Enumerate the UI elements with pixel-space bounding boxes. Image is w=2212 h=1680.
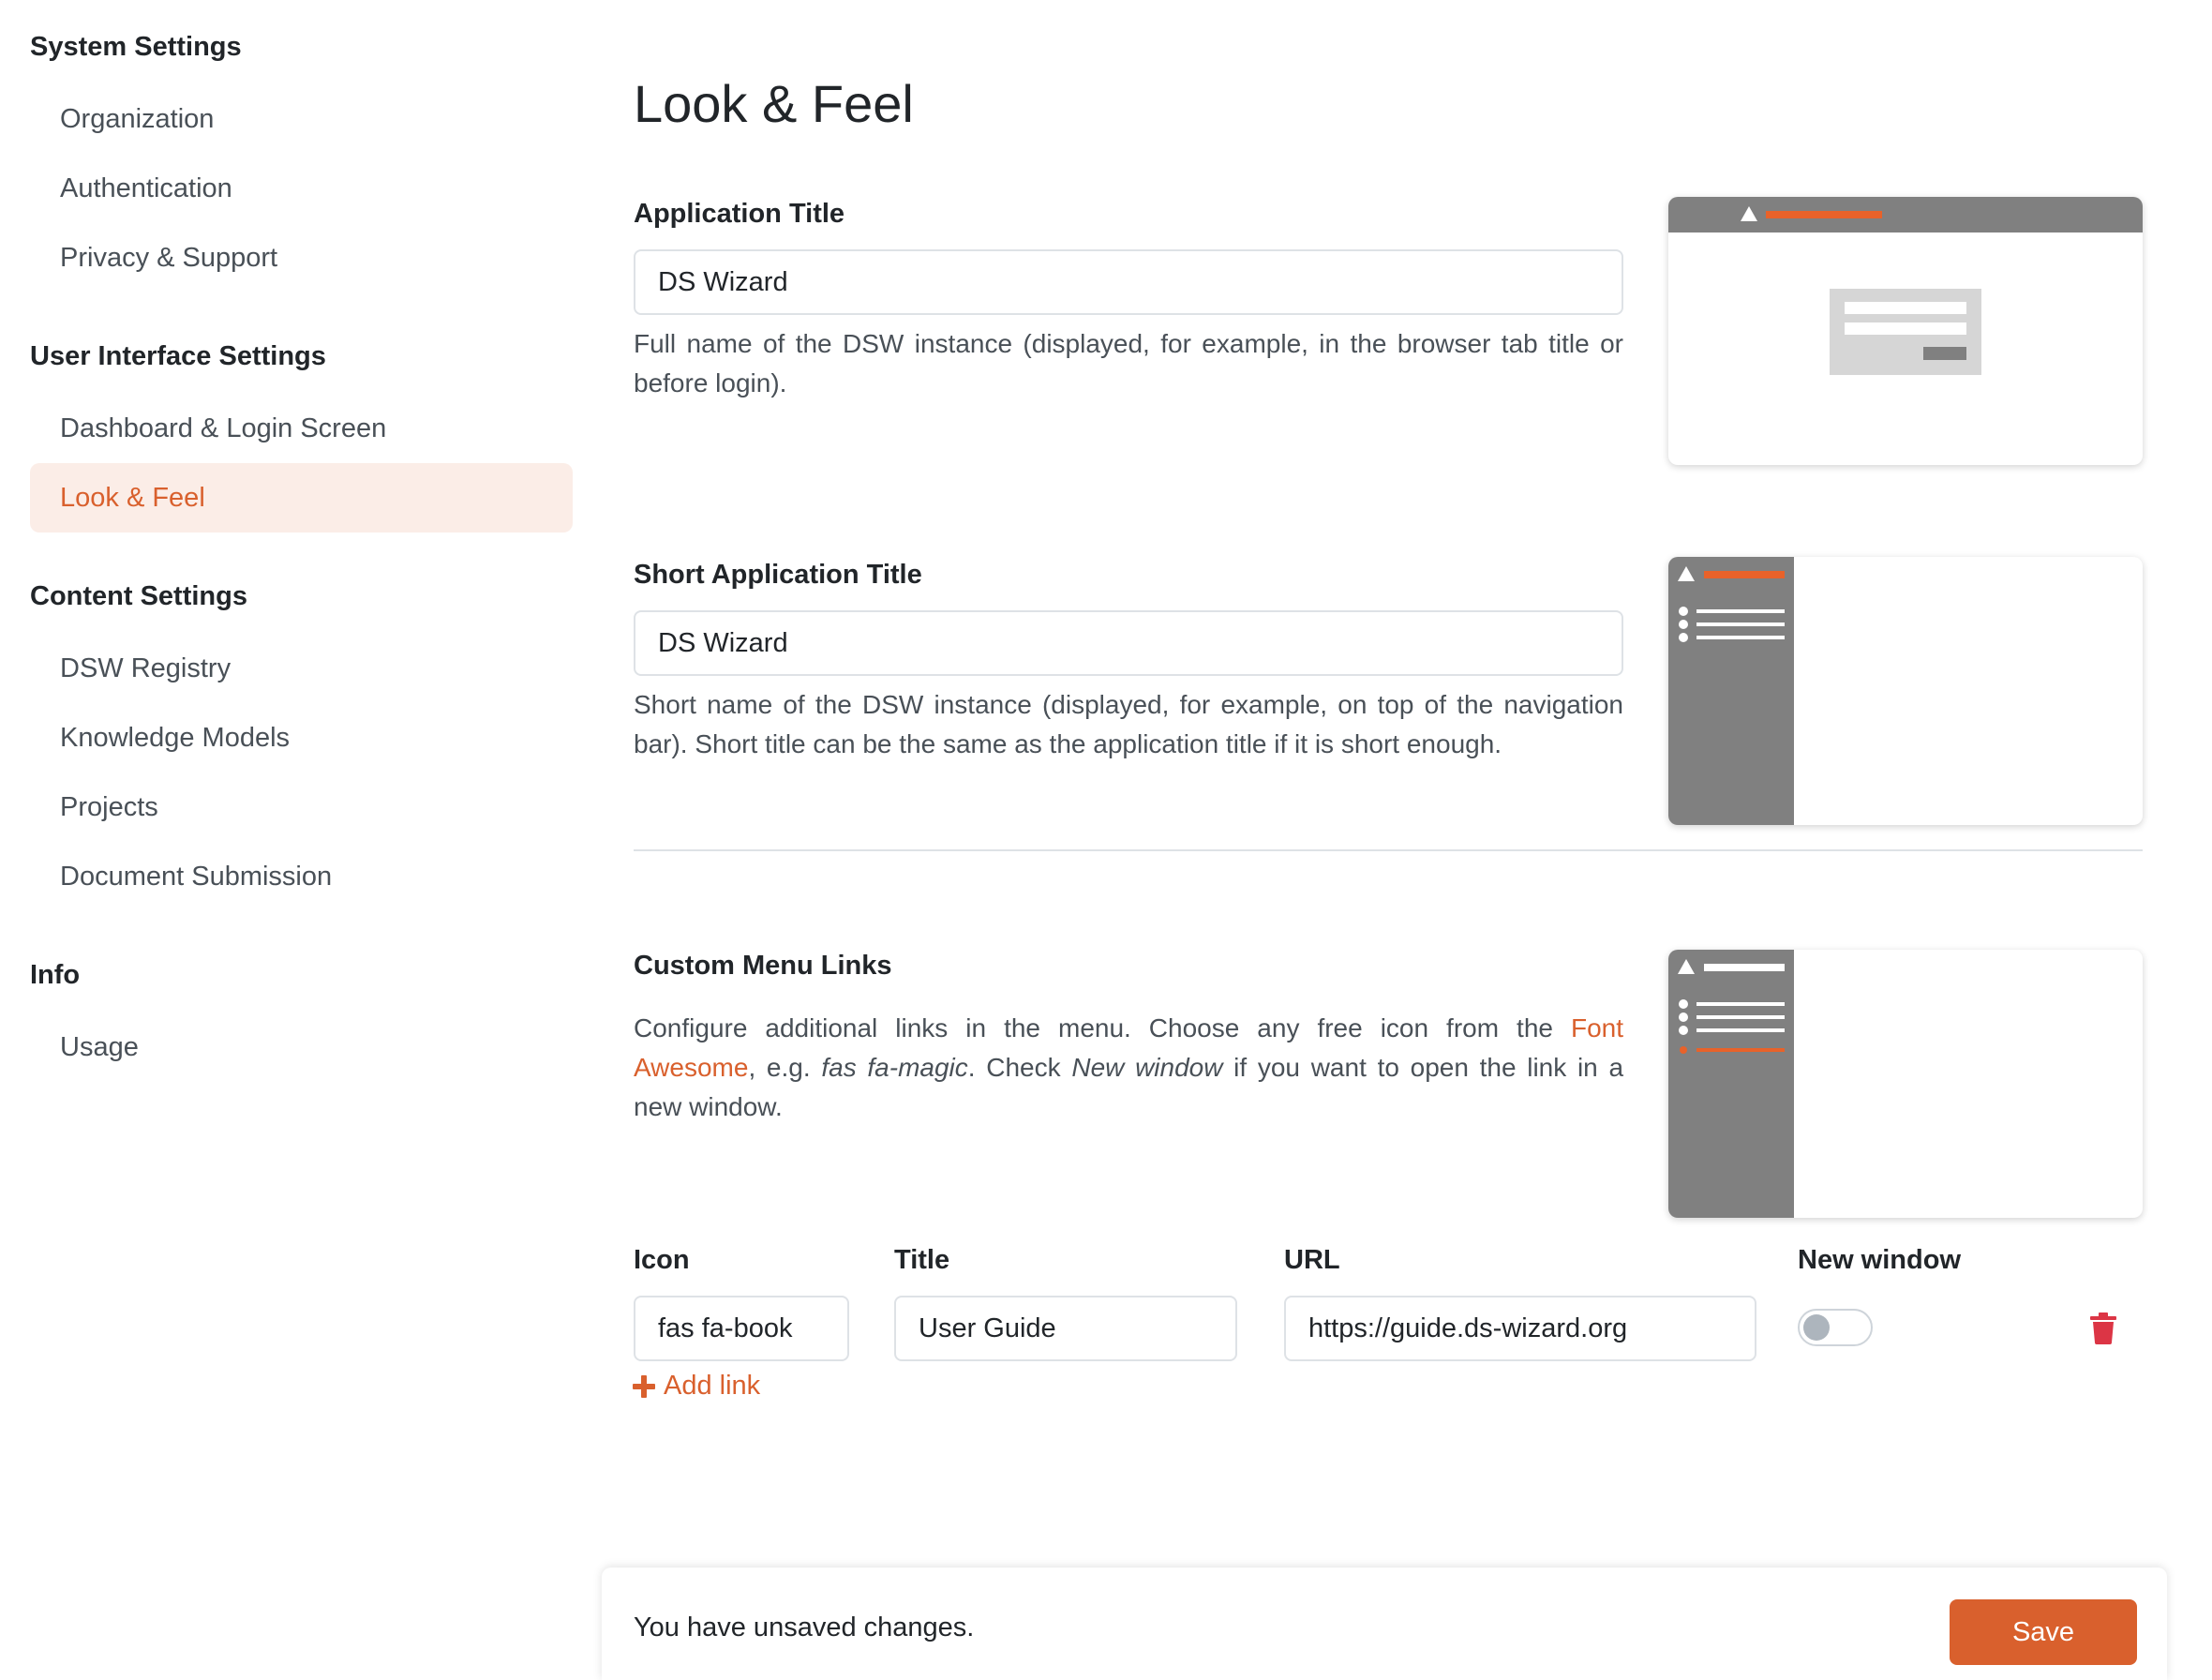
unsaved-changes-message: You have unsaved changes. xyxy=(634,1612,975,1642)
custom-links-help-text-2: , e.g. xyxy=(748,1053,822,1082)
add-link-label: Add link xyxy=(664,1371,761,1401)
save-button[interactable]: Save xyxy=(1950,1599,2137,1665)
add-link-button[interactable]: Add link xyxy=(632,1371,760,1402)
trash-icon[interactable] xyxy=(2090,1312,2116,1344)
custom-links-help-text-1: Configure additional links in the menu. … xyxy=(634,1013,1571,1042)
page-title: Look & Feel xyxy=(634,74,914,133)
app-title-label: Application Title xyxy=(634,199,845,229)
toggle-knob xyxy=(1803,1314,1830,1341)
icon-example: fas fa-magic xyxy=(821,1053,968,1082)
custom-links-preview-illustration xyxy=(1668,950,1794,1218)
custom-links-help-text-3: . Check xyxy=(967,1053,1072,1082)
sidebar-item-knowledge-models[interactable]: Knowledge Models xyxy=(30,703,573,772)
custom-links-label: Custom Menu Links xyxy=(634,951,892,981)
app-title-preview-illustration xyxy=(1668,197,2143,375)
new-window-mention: New window xyxy=(1071,1053,1223,1082)
short-title-input[interactable]: DS Wizard xyxy=(634,610,1623,676)
custom-links-preview xyxy=(1668,950,2143,1218)
sidebar-heading-ui: User Interface Settings xyxy=(30,341,326,371)
app-title-help: Full name of the DSW instance (displayed… xyxy=(634,329,1623,398)
icon-column-label: Icon xyxy=(634,1245,690,1275)
sidebar-item-privacy-support[interactable]: Privacy & Support xyxy=(30,223,573,292)
short-title-help: Short name of the DSW instance (displaye… xyxy=(634,690,1623,758)
custom-links-help: Configure additional links in the menu. … xyxy=(634,1009,1623,1127)
new-window-column-label: New window xyxy=(1798,1245,1961,1275)
sidebar-item-document-submission[interactable]: Document Submission xyxy=(30,842,573,911)
sidebar-item-look-feel[interactable]: Look & Feel xyxy=(30,463,573,532)
sidebar-item-authentication[interactable]: Authentication xyxy=(30,154,573,223)
short-title-preview xyxy=(1668,557,2143,825)
sidebar-item-usage[interactable]: Usage xyxy=(30,1012,573,1082)
link-title-input[interactable]: User Guide xyxy=(894,1296,1237,1361)
plus-icon xyxy=(633,1374,655,1398)
sidebar-item-projects[interactable]: Projects xyxy=(30,772,573,842)
sidebar-item-dsw-registry[interactable]: DSW Registry xyxy=(30,634,573,703)
app-title-preview xyxy=(1668,197,2143,465)
link-url-input[interactable]: https://guide.ds-wizard.org xyxy=(1284,1296,1756,1361)
new-window-toggle[interactable] xyxy=(1798,1309,1873,1346)
url-column-label: URL xyxy=(1284,1245,1340,1275)
section-divider xyxy=(634,849,2143,851)
sidebar-item-organization[interactable]: Organization xyxy=(30,84,573,154)
unsaved-changes-bar: You have unsaved changes. Save xyxy=(602,1568,2167,1680)
sidebar-heading-system: System Settings xyxy=(30,32,242,62)
app-title-input[interactable]: DS Wizard xyxy=(634,249,1623,315)
short-title-label: Short Application Title xyxy=(634,560,922,590)
sidebar-heading-info: Info xyxy=(30,960,81,990)
short-title-preview-illustration xyxy=(1668,557,1794,825)
link-icon-input[interactable]: fas fa-book xyxy=(634,1296,849,1361)
sidebar-item-dashboard-login[interactable]: Dashboard & Login Screen xyxy=(30,394,573,463)
sidebar-heading-content: Content Settings xyxy=(30,581,247,611)
title-column-label: Title xyxy=(894,1245,950,1275)
